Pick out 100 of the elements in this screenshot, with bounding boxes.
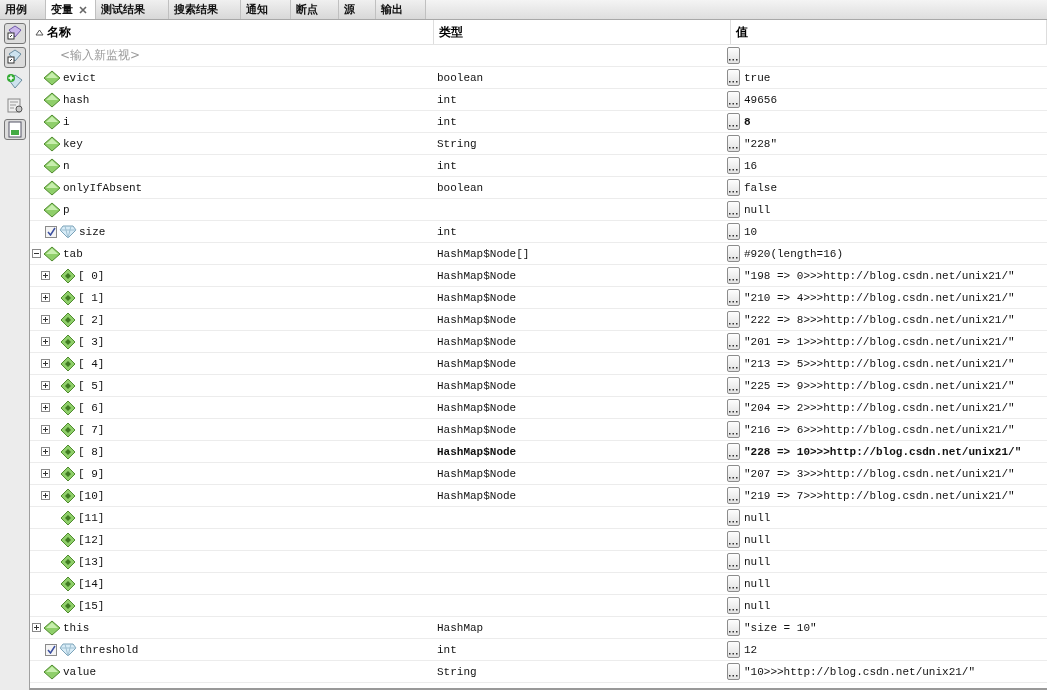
expand-icon[interactable] xyxy=(41,293,50,302)
ellipsis-button[interactable] xyxy=(727,179,740,196)
tab[interactable]: 断点 xyxy=(291,0,339,19)
variable-name: [10] xyxy=(78,489,105,502)
ellipsis-button[interactable] xyxy=(727,641,740,658)
ellipsis-button[interactable] xyxy=(727,135,740,152)
ellipsis-button[interactable] xyxy=(727,575,740,592)
checkbox[interactable] xyxy=(45,643,57,656)
ellipsis-button[interactable] xyxy=(727,245,740,262)
value-text: "228" xyxy=(744,137,777,150)
dots-icon xyxy=(729,564,738,567)
value-text: "213 => 5>>>http://blog.csdn.net/unix21/" xyxy=(744,357,1015,370)
dots-icon xyxy=(729,366,738,369)
ellipsis-button[interactable] xyxy=(727,355,740,372)
type-text: HashMap$Node xyxy=(437,269,517,282)
expand-icon[interactable] xyxy=(41,491,50,500)
variable-name: [13] xyxy=(78,555,105,568)
value-text: null xyxy=(744,511,771,524)
ellipsis-button[interactable] xyxy=(727,47,740,64)
type-text: int xyxy=(437,225,457,238)
tab[interactable]: 变量 xyxy=(46,0,96,19)
ellipsis-button[interactable] xyxy=(727,201,740,218)
value-text: "size = 10" xyxy=(744,621,817,634)
value-text: true xyxy=(744,71,771,84)
dots-icon xyxy=(729,256,738,259)
column-header[interactable]: 值 xyxy=(731,20,1047,44)
collapse-icon[interactable] xyxy=(32,249,41,258)
type-text: int xyxy=(437,159,457,172)
ellipsis-button[interactable] xyxy=(727,157,740,174)
ellipsis-button[interactable] xyxy=(727,465,740,482)
dots-icon xyxy=(729,674,738,677)
ellipsis-button[interactable] xyxy=(727,69,740,86)
ellipsis-button[interactable] xyxy=(727,289,740,306)
expand-icon[interactable] xyxy=(41,469,50,478)
variable-name: [11] xyxy=(78,511,105,524)
expand-icon[interactable] xyxy=(41,337,50,346)
toolbar-button[interactable] xyxy=(3,47,26,68)
type-text: HashMap$Node xyxy=(437,489,517,502)
variable-name: p xyxy=(63,203,70,216)
type-text: String xyxy=(437,665,477,678)
ellipsis-button[interactable] xyxy=(727,333,740,350)
type-text: HashMap$Node xyxy=(437,357,517,370)
checkbox[interactable] xyxy=(45,225,57,238)
tab[interactable]: 用例 xyxy=(0,0,46,19)
dots-icon xyxy=(729,124,738,127)
value-text: 16 xyxy=(744,159,758,172)
toolbar-button[interactable] xyxy=(3,23,26,44)
ellipsis-button[interactable] xyxy=(727,421,740,438)
type-text: boolean xyxy=(437,71,484,84)
ellipsis-button[interactable] xyxy=(727,487,740,504)
value-text: null xyxy=(744,203,771,216)
expand-icon[interactable] xyxy=(41,359,50,368)
type-text: HashMap$Node xyxy=(437,423,517,436)
ellipsis-button[interactable] xyxy=(727,443,740,460)
value-text: "207 => 3>>>http://blog.csdn.net/unix21/" xyxy=(744,467,1015,480)
ellipsis-button[interactable] xyxy=(727,509,740,526)
expand-icon[interactable] xyxy=(41,447,50,456)
ellipsis-button[interactable] xyxy=(727,619,740,636)
dots-icon xyxy=(729,58,738,61)
type-text: boolean xyxy=(437,181,484,194)
type-text: HashMap$Node xyxy=(437,335,517,348)
type-text: HashMap xyxy=(437,621,484,634)
close-icon[interactable] xyxy=(79,5,87,14)
ellipsis-button[interactable] xyxy=(727,377,740,394)
expand-icon[interactable] xyxy=(41,271,50,280)
value-text: "228 => 10>>>http://blog.csdn.net/unix21/" xyxy=(744,445,1022,458)
ellipsis-button[interactable] xyxy=(727,663,740,680)
ellipsis-button[interactable] xyxy=(727,223,740,240)
type-text: HashMap$Node[] xyxy=(437,247,530,260)
variable-name: value xyxy=(63,665,96,678)
ellipsis-button[interactable] xyxy=(727,597,740,614)
expand-icon[interactable] xyxy=(41,425,50,434)
check-icon xyxy=(46,645,56,654)
variable-name: [15] xyxy=(78,599,105,612)
tab[interactable]: 搜索结果 xyxy=(169,0,241,19)
tab[interactable]: 源 xyxy=(339,0,376,19)
column-header[interactable]: 名称 xyxy=(30,20,434,44)
tab[interactable]: 通知 xyxy=(241,0,291,19)
ellipsis-button[interactable] xyxy=(727,91,740,108)
ellipsis-button[interactable] xyxy=(727,267,740,284)
tab[interactable]: 输出 xyxy=(376,0,426,19)
variable-name: [ 6] xyxy=(78,401,105,414)
dots-icon xyxy=(729,586,738,589)
value-text: "201 => 1>>>http://blog.csdn.net/unix21/" xyxy=(744,335,1015,348)
ellipsis-button[interactable] xyxy=(727,311,740,328)
tab[interactable]: 测试结果 xyxy=(96,0,169,19)
variable-name: key xyxy=(63,137,83,150)
expand-icon[interactable] xyxy=(41,403,50,412)
ellipsis-button[interactable] xyxy=(727,553,740,570)
expand-icon[interactable] xyxy=(41,381,50,390)
dots-icon xyxy=(729,278,738,281)
expand-icon[interactable] xyxy=(32,623,41,632)
ellipsis-button[interactable] xyxy=(727,399,740,416)
expand-icon[interactable] xyxy=(41,315,50,324)
ellipsis-button[interactable] xyxy=(727,531,740,548)
toolbar-button[interactable] xyxy=(3,119,26,140)
variable-name: [ 7] xyxy=(78,423,105,436)
column-header[interactable]: 类型 xyxy=(434,20,731,44)
ellipsis-button[interactable] xyxy=(727,113,740,130)
value-text: 12 xyxy=(744,643,758,656)
